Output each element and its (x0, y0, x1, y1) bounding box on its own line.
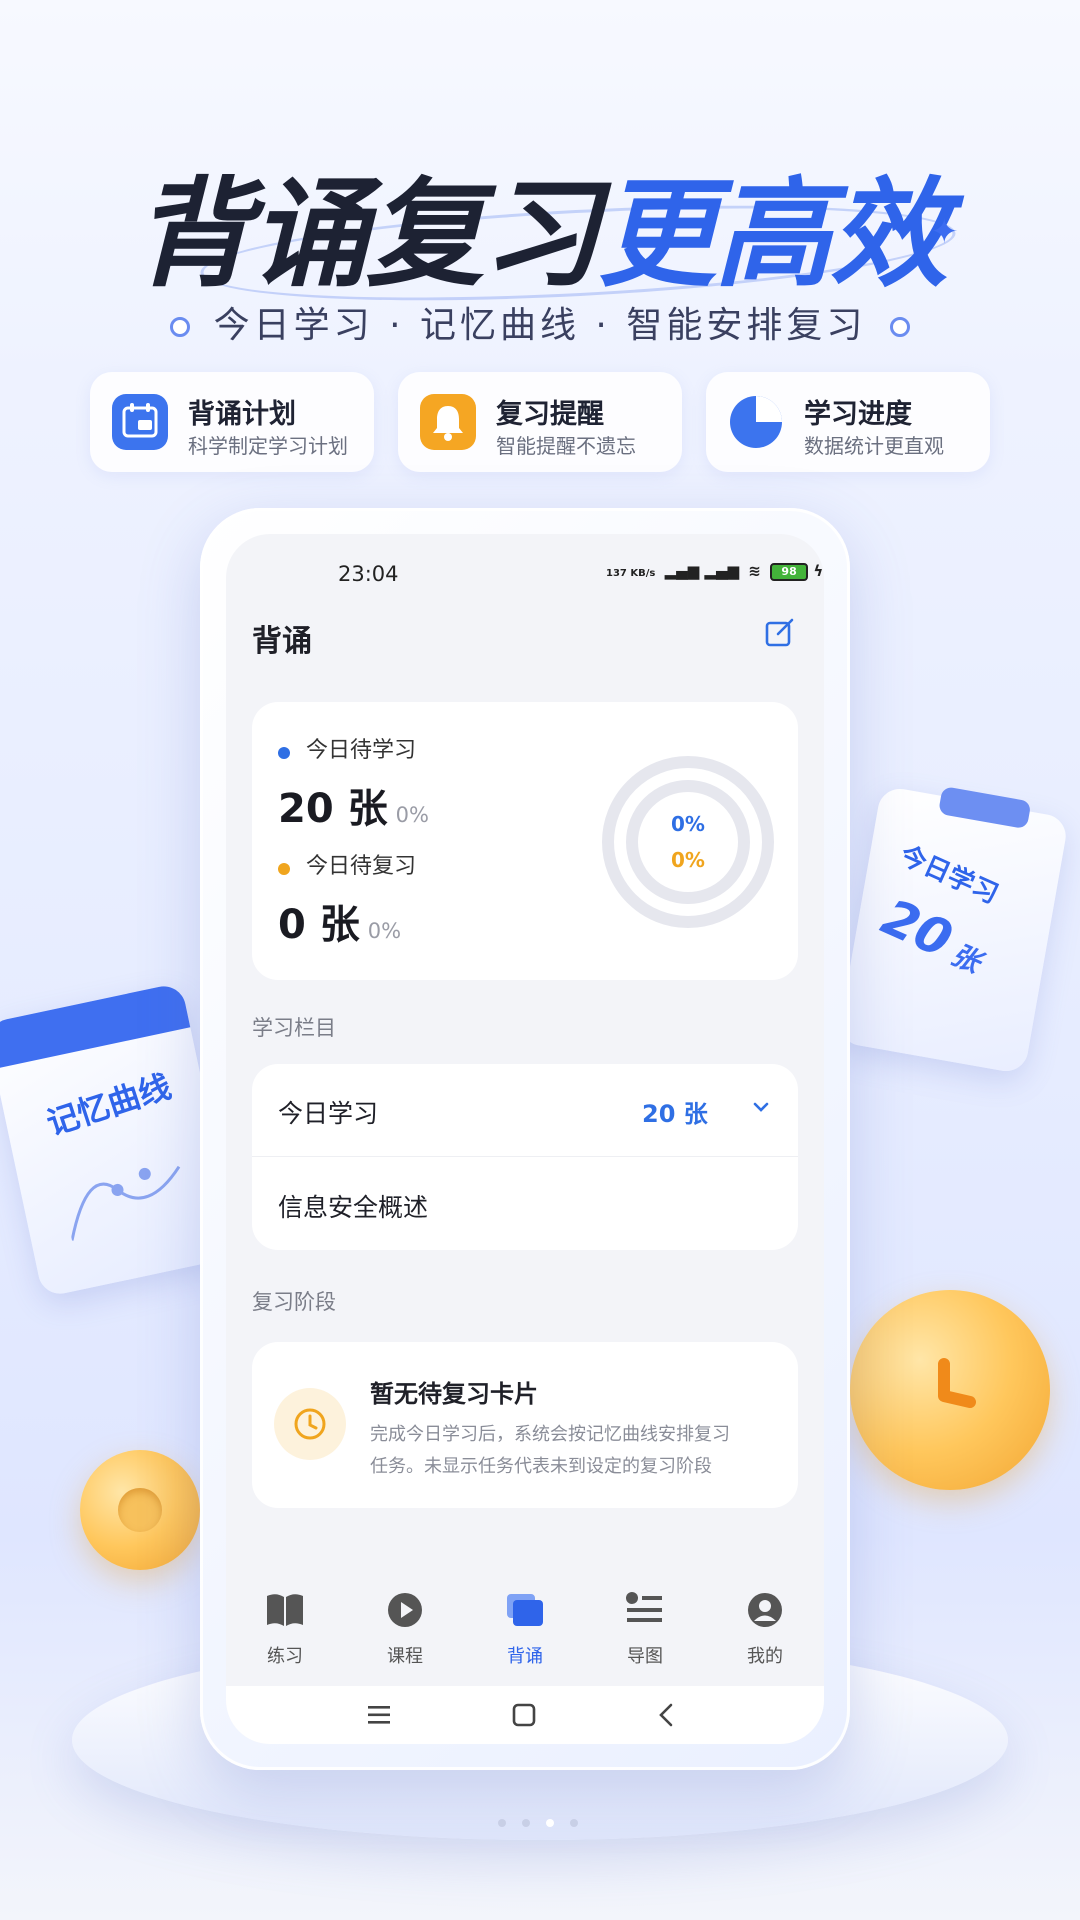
hero-title: 背诵复习更高效 (133, 165, 948, 303)
phone-screen: 23:04 137 KB/s ▂▄▆ ▂▄▆ ≋ 98 ϟ 背诵 今日待学习 2… (226, 534, 824, 1744)
tab-label-recite: 背诵 (507, 1646, 543, 1667)
learn-value-row: 20 张 0% (278, 776, 429, 834)
review-value: 0 张 (278, 902, 360, 948)
edit-icon[interactable] (764, 616, 796, 648)
feature-desc-progress: 数据统计更直观 (804, 434, 944, 458)
sparkle-icon: ✦ (930, 212, 959, 252)
review-label: 今日待复习 (306, 854, 417, 879)
progress-ring (602, 756, 774, 928)
review-value-row: 0 张 0% (278, 892, 401, 950)
bottom-tab-bar: 练习 课程 背诵 导图 我的 (226, 1570, 824, 1686)
feature-desc-plan: 科学制定学习计划 (188, 434, 348, 458)
clock-hand-icon (938, 1358, 976, 1408)
feature-card-plan: 背诵计划 科学制定学习计划 (90, 372, 374, 472)
status-time: 23:04 (338, 562, 399, 586)
feature-card-reminder: 复习提醒 智能提醒不遗忘 (398, 372, 682, 472)
tab-practice[interactable]: 练习 (230, 1590, 340, 1668)
cards-icon (507, 1594, 543, 1626)
review-dot (278, 862, 290, 875)
learn-dot (278, 746, 290, 759)
study-card: 今日学习 20 张 信息安全概述 (252, 1064, 798, 1250)
calendar-icon (112, 394, 168, 450)
battery-icon: 98 (770, 562, 809, 581)
today-card-decoration: 今日学习 20张 (836, 785, 1070, 1075)
net-speed: 137 KB/s (606, 568, 656, 579)
pie-chart-icon (728, 394, 784, 450)
feature-title-reminder: 复习提醒 (496, 399, 604, 430)
system-nav-bar (226, 1686, 824, 1744)
empty-review-card: 暂无待复习卡片 完成今日学习后，系统会按记忆曲线安排复习 任务。未显示任务代表未… (252, 1342, 798, 1508)
user-icon (748, 1593, 782, 1627)
clock-icon (294, 1408, 326, 1440)
feature-title-progress: 学习进度 (804, 399, 912, 430)
back-icon[interactable] (656, 1702, 676, 1728)
today-study-value: 20 张 (642, 1100, 708, 1128)
empty-desc-1: 完成今日学习后，系统会按记忆曲线安排复习 (370, 1424, 730, 1445)
learn-value: 20 张 (278, 786, 388, 832)
empty-title: 暂无待复习卡片 (370, 1380, 538, 1408)
page-title: 背诵 (252, 624, 312, 659)
ring-review-pct: 0% (671, 848, 705, 872)
coin-hole (118, 1488, 162, 1532)
menu-icon[interactable] (366, 1704, 392, 1726)
learn-label-row: 今日待学习 (278, 732, 416, 764)
charging-icon: ϟ (813, 562, 824, 580)
tab-label-practice: 练习 (267, 1646, 303, 1667)
tab-label-profile: 我的 (747, 1646, 783, 1667)
study-section-label: 学习栏目 (252, 1016, 336, 1040)
review-label-row: 今日待复习 (278, 848, 416, 880)
learn-label: 今日待学习 (306, 738, 417, 763)
learn-pct: 0% (395, 803, 429, 827)
ring-learn-pct: 0% (671, 812, 705, 836)
tab-label-mindmap: 导图 (627, 1646, 663, 1667)
feature-desc-reminder: 智能提醒不遗忘 (496, 434, 636, 458)
signal-icon: ▂▄▆ (664, 562, 700, 580)
chevron-down-icon[interactable] (752, 1100, 770, 1114)
feature-card-progress: 学习进度 数据统计更直观 (706, 372, 990, 472)
empty-desc-2: 任务。未显示任务代表未到设定的复习阶段 (370, 1456, 712, 1477)
signal-icon-2: ▂▄▆ (704, 562, 740, 580)
feature-title-plan: 背诵计划 (188, 399, 296, 430)
course-item[interactable]: 信息安全概述 (278, 1188, 428, 1224)
memory-curve-label: 记忆曲线 (42, 1067, 176, 1143)
hero-subtitle: 今日学习 · 记忆曲线 · 智能安排复习 (0, 296, 1080, 348)
play-icon (388, 1593, 422, 1627)
today-study-row[interactable]: 今日学习 20 张 (252, 1064, 798, 1157)
stats-card: 今日待学习 20 张 0% 今日待复习 0 张 0% 0% 0% (252, 702, 798, 980)
review-pct: 0% (367, 919, 402, 943)
home-icon[interactable] (511, 1702, 537, 1728)
bell-icon (420, 394, 476, 450)
tab-course[interactable]: 课程 (350, 1590, 460, 1668)
review-section-label: 复习阶段 (252, 1290, 336, 1314)
tab-label-course: 课程 (387, 1646, 423, 1667)
tab-recite[interactable]: 背诵 (470, 1590, 580, 1668)
tab-profile[interactable]: 我的 (710, 1590, 820, 1668)
status-icons: 137 KB/s ▂▄▆ ▂▄▆ ≋ 98 ϟ (606, 562, 823, 581)
tab-mindmap[interactable]: 导图 (590, 1590, 700, 1668)
pagination-dots (490, 1812, 586, 1831)
today-study-title: 今日学习 (278, 1099, 379, 1128)
wifi-icon: ≋ (748, 562, 761, 580)
book-icon (267, 1594, 303, 1626)
mindmap-icon (626, 1592, 662, 1622)
